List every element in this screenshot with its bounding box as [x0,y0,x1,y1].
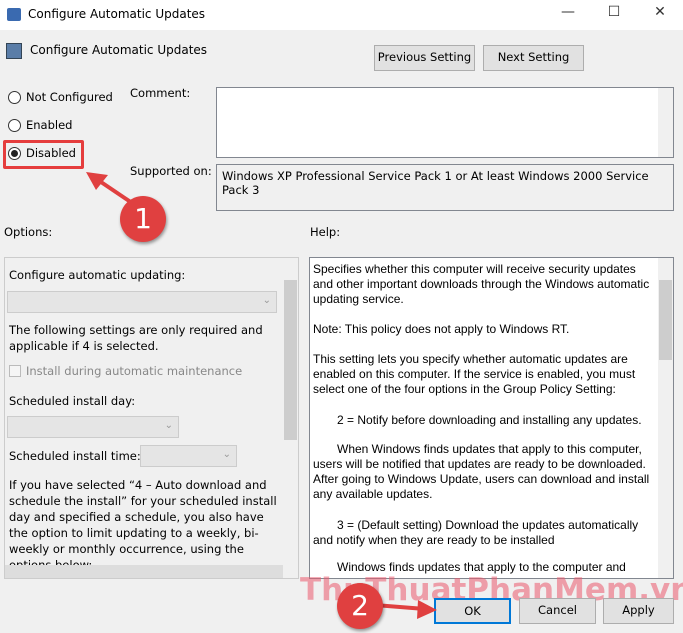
step-1-badge: 1 [120,196,166,242]
arrow-1-head [86,172,108,190]
annotation-arrows [86,172,437,619]
arrow-2-head [417,600,437,619]
step-2-badge: 2 [337,583,383,629]
